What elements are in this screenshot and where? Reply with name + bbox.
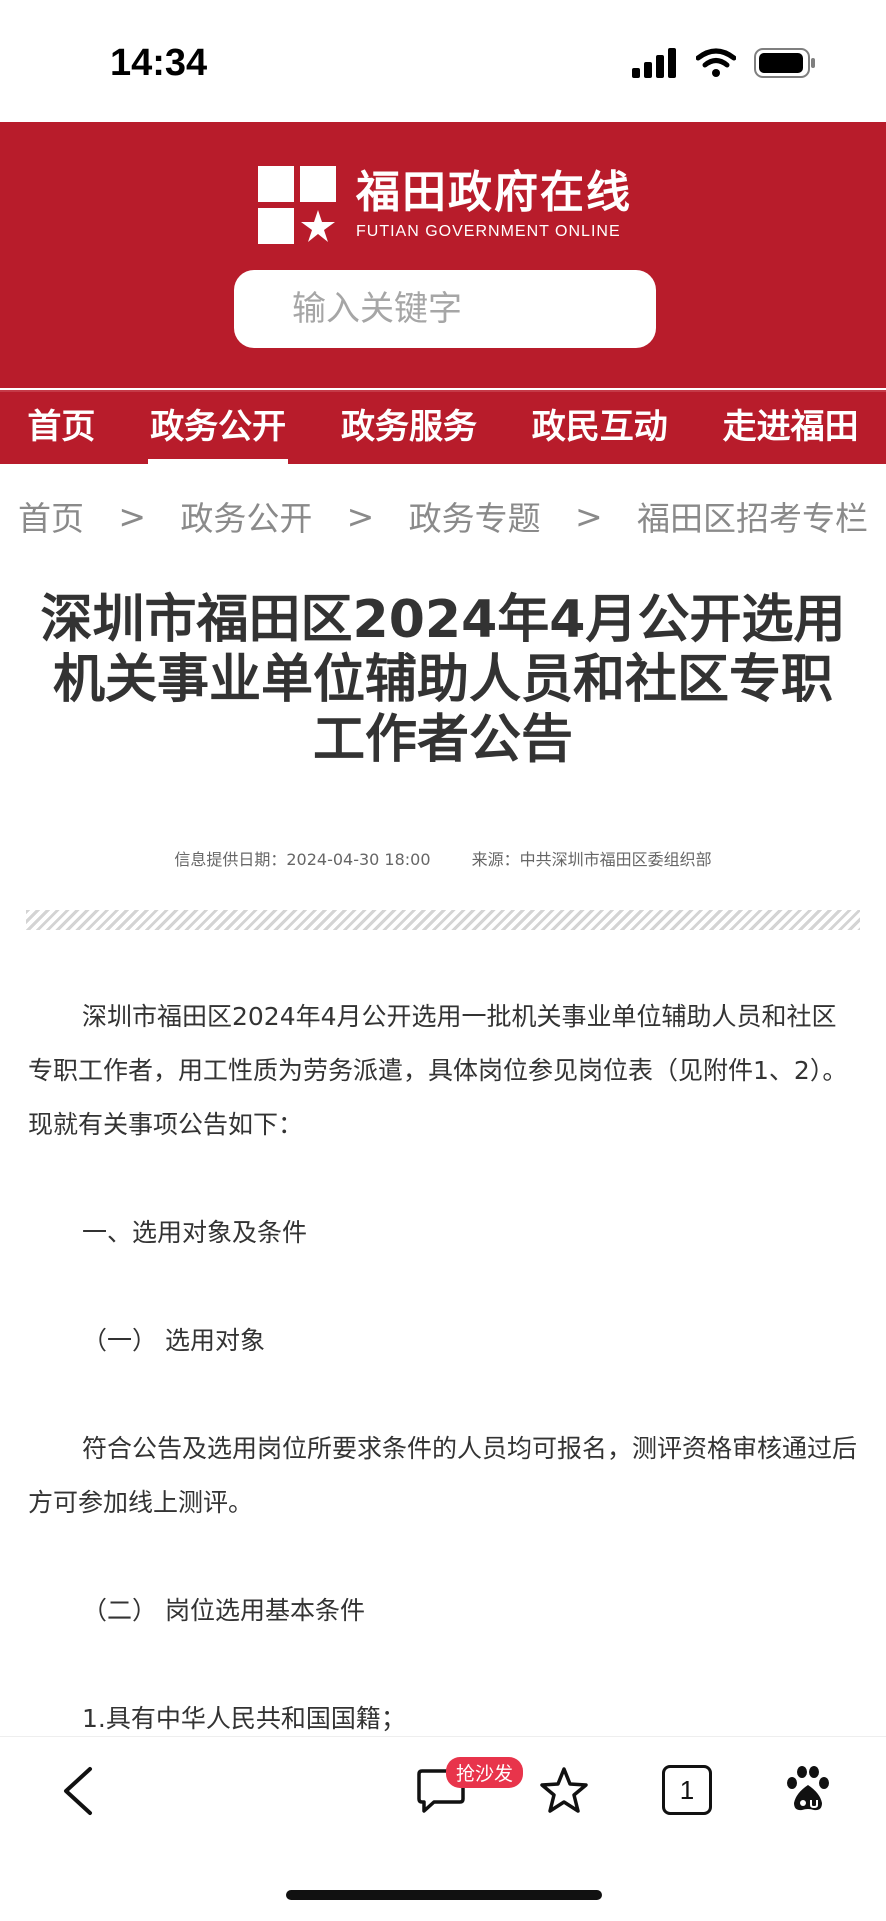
- divider: [26, 910, 860, 930]
- paragraph: 深圳市福田区2024年4月公开选用一批机关事业单位辅助人员和社区专职工作者，用工…: [28, 1002, 848, 1139]
- status-time: 14:34: [110, 42, 208, 84]
- baidu-paw-icon[interactable]: [784, 1763, 832, 1813]
- article-date: 信息提供日期：2024-04-30 18:00: [174, 850, 431, 869]
- site-name-en: FUTIAN GOVERNMENT ONLINE: [356, 223, 621, 240]
- tabs-icon[interactable]: 1: [662, 1765, 712, 1815]
- subsection-heading: （二） 岗位选用基本条件: [82, 1596, 365, 1625]
- nav-item-about-futian[interactable]: 走进福田: [721, 392, 861, 464]
- status-icons: [632, 48, 816, 78]
- battery-icon: [754, 48, 815, 78]
- search-input[interactable]: [234, 270, 656, 348]
- back-icon[interactable]: [60, 1765, 96, 1817]
- article-title-line: 工作者公告: [312, 710, 573, 770]
- search-bar: [234, 270, 656, 348]
- main-nav: 首页 政务公开 政务服务 政民互动 走进福田: [0, 390, 886, 464]
- article-title-line: 机关事业单位辅助人员和社区专职: [52, 650, 833, 710]
- subsection-heading: （一） 选用对象: [82, 1326, 265, 1355]
- site-header: 福田政府在线 FUTIAN GOVERNMENT ONLINE: [0, 122, 886, 388]
- site-name-cn: 福田政府在线: [356, 167, 632, 218]
- section-heading: 一、选用对象及条件: [82, 1218, 308, 1247]
- nav-item-government-affairs[interactable]: 政务公开: [148, 392, 289, 464]
- signal-icon: [632, 48, 676, 78]
- breadcrumb-topics[interactable]: 政务专题: [409, 492, 541, 540]
- status-bar: 14:34: [0, 0, 886, 122]
- wifi-icon: [696, 48, 736, 77]
- breadcrumb-home[interactable]: 首页: [18, 492, 84, 540]
- breadcrumb-recruitment-column[interactable]: 福田区招考专栏: [637, 492, 868, 540]
- article-body: 深圳市福田区2024年4月公开选用一批机关事业单位辅助人员和社区专职工作者，用工…: [28, 990, 858, 1746]
- home-indicator[interactable]: [286, 1890, 602, 1900]
- article-source: 来源：中共深圳市福田区委组织部: [471, 850, 712, 869]
- paragraph: 符合公告及选用岗位所要求条件的人员均可报名，测评资格审核通过后方可参加线上测评。: [28, 1434, 858, 1517]
- breadcrumb-separator: >: [346, 496, 375, 536]
- article-title-line: 深圳市福田区2024年4月公开选用: [40, 590, 846, 650]
- comment-badge[interactable]: 抢沙发: [446, 1757, 524, 1788]
- breadcrumb-separator: >: [118, 496, 146, 536]
- nav-item-interaction[interactable]: 政民互动: [530, 392, 670, 464]
- breadcrumb: 首页 > 政务公开 > 政务专题 > 福田区招考专栏: [18, 492, 868, 540]
- nav-item-home[interactable]: 首页: [25, 392, 97, 464]
- site-logo[interactable]: 福田政府在线 FUTIAN GOVERNMENT ONLINE: [258, 166, 632, 244]
- breadcrumb-government-affairs[interactable]: 政务公开: [180, 492, 312, 540]
- article-title: 深圳市福田区2024年4月公开选用 机关事业单位辅助人员和社区专职 工作者公告: [30, 590, 856, 770]
- star-icon[interactable]: [538, 1765, 590, 1817]
- logo-mark-icon: [258, 166, 336, 244]
- article-meta: 信息提供日期：2024-04-30 18:00 来源：中共深圳市福田区委组织部: [0, 846, 886, 870]
- breadcrumb-separator: >: [574, 496, 603, 536]
- nav-item-services[interactable]: 政务服务: [339, 392, 479, 464]
